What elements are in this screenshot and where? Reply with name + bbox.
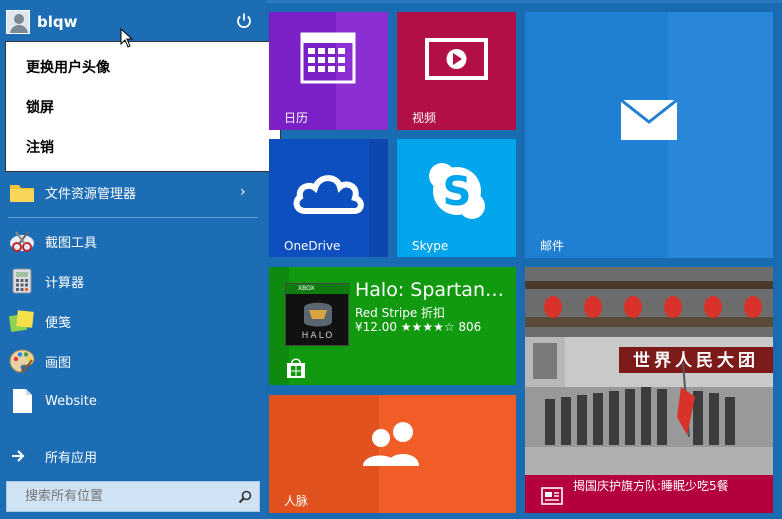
skype-icon: S bbox=[429, 163, 485, 219]
video-icon bbox=[425, 38, 488, 80]
search-input[interactable] bbox=[7, 482, 233, 511]
app-label: 文件资源管理器 bbox=[45, 186, 137, 202]
document-icon bbox=[13, 389, 32, 413]
divider bbox=[8, 217, 258, 218]
calendar-icon bbox=[300, 32, 356, 84]
all-apps-button[interactable]: 所有应用 bbox=[0, 438, 266, 474]
store-icon bbox=[287, 358, 305, 378]
palette-icon bbox=[9, 349, 35, 374]
cloud-icon bbox=[293, 175, 364, 214]
newspaper-icon bbox=[541, 487, 563, 505]
user-account[interactable]: blqw bbox=[6, 8, 77, 36]
folder-icon bbox=[10, 185, 34, 202]
spartan-helmet-icon bbox=[304, 302, 332, 327]
envelope-icon bbox=[621, 100, 677, 140]
app-item-file-explorer[interactable]: 文件资源管理器 › bbox=[0, 174, 266, 210]
tile-people[interactable]: 人脉 bbox=[269, 395, 516, 513]
app-label: 截图工具 bbox=[45, 235, 98, 251]
tile-halo[interactable]: XBOX HALO Halo: Spartan… Red Stripe 折扣 ¥… bbox=[269, 267, 516, 385]
chevron-right-icon[interactable]: › bbox=[240, 184, 246, 200]
halo-cover-art: XBOX HALO bbox=[285, 283, 350, 346]
arrow-right-icon bbox=[12, 450, 25, 462]
app-item-snipping-tool[interactable]: 截图工具 bbox=[0, 223, 266, 259]
power-icon[interactable] bbox=[235, 12, 253, 30]
user-name: blqw bbox=[37, 13, 78, 31]
news-photo-tiananmen: 世界人民大团 bbox=[525, 267, 773, 475]
app-label: 便笺 bbox=[45, 315, 72, 331]
tile-label: 视频 bbox=[412, 111, 437, 125]
app-item-sticky-notes[interactable]: 便笺 bbox=[0, 303, 266, 339]
user-context-menu: 更换用户头像 锁屏 注销 bbox=[5, 41, 281, 172]
tile-label: 日历 bbox=[284, 111, 309, 125]
sticky-notes-icon bbox=[8, 310, 34, 333]
people-icon bbox=[363, 422, 419, 466]
tile-label: 邮件 bbox=[540, 239, 565, 253]
scissors-icon bbox=[10, 231, 34, 252]
halo-title: Halo: Spartan… bbox=[355, 279, 504, 301]
app-label: 计算器 bbox=[45, 275, 85, 291]
app-item-paint[interactable]: 画图 bbox=[0, 343, 266, 379]
app-label: Website bbox=[45, 393, 97, 409]
svg-text:世界人民大团: 世界人民大团 bbox=[633, 350, 759, 371]
tile-onedrive[interactable]: OneDrive bbox=[269, 139, 388, 257]
user-avatar-icon bbox=[6, 10, 30, 34]
app-label: 画图 bbox=[45, 355, 72, 371]
calculator-icon bbox=[12, 268, 32, 294]
tile-news[interactable]: 世界人民大团 揭国庆护旗方队:睡眠少吃5餐 bbox=[525, 267, 773, 513]
app-item-website[interactable]: Website bbox=[0, 383, 266, 419]
halo-subtitle: Red Stripe 折扣 bbox=[355, 306, 446, 320]
search-box[interactable] bbox=[6, 481, 260, 512]
tile-mail[interactable]: 邮件 bbox=[525, 12, 773, 258]
mouse-cursor-icon bbox=[120, 28, 134, 48]
svg-text:S: S bbox=[443, 169, 472, 215]
menu-item-lock[interactable]: 锁屏 bbox=[6, 96, 280, 136]
search-icon[interactable] bbox=[238, 490, 252, 504]
xbox-brand: XBOX bbox=[286, 284, 350, 294]
tile-skype[interactable]: S Skype bbox=[397, 139, 516, 257]
news-caption-bar: 揭国庆护旗方队:睡眠少吃5餐 bbox=[525, 475, 773, 513]
tile-calendar[interactable]: 日历 bbox=[269, 12, 388, 130]
tile-label: Skype bbox=[412, 239, 449, 253]
tile-label: OneDrive bbox=[284, 239, 341, 253]
tile-video[interactable]: 视频 bbox=[397, 12, 516, 130]
halo-price-rating: ¥12.00 ★★★★☆ 806 bbox=[355, 320, 482, 334]
halo-logo-text: HALO bbox=[301, 331, 335, 341]
news-headline: 揭国庆护旗方队:睡眠少吃5餐 bbox=[573, 479, 729, 493]
tile-label: 人脉 bbox=[284, 494, 309, 508]
all-apps-label: 所有应用 bbox=[45, 450, 98, 466]
app-item-calculator[interactable]: 计算器 bbox=[0, 263, 266, 299]
menu-item-sign-out[interactable]: 注销 bbox=[6, 136, 280, 176]
menu-item-change-avatar[interactable]: 更换用户头像 bbox=[6, 56, 280, 96]
